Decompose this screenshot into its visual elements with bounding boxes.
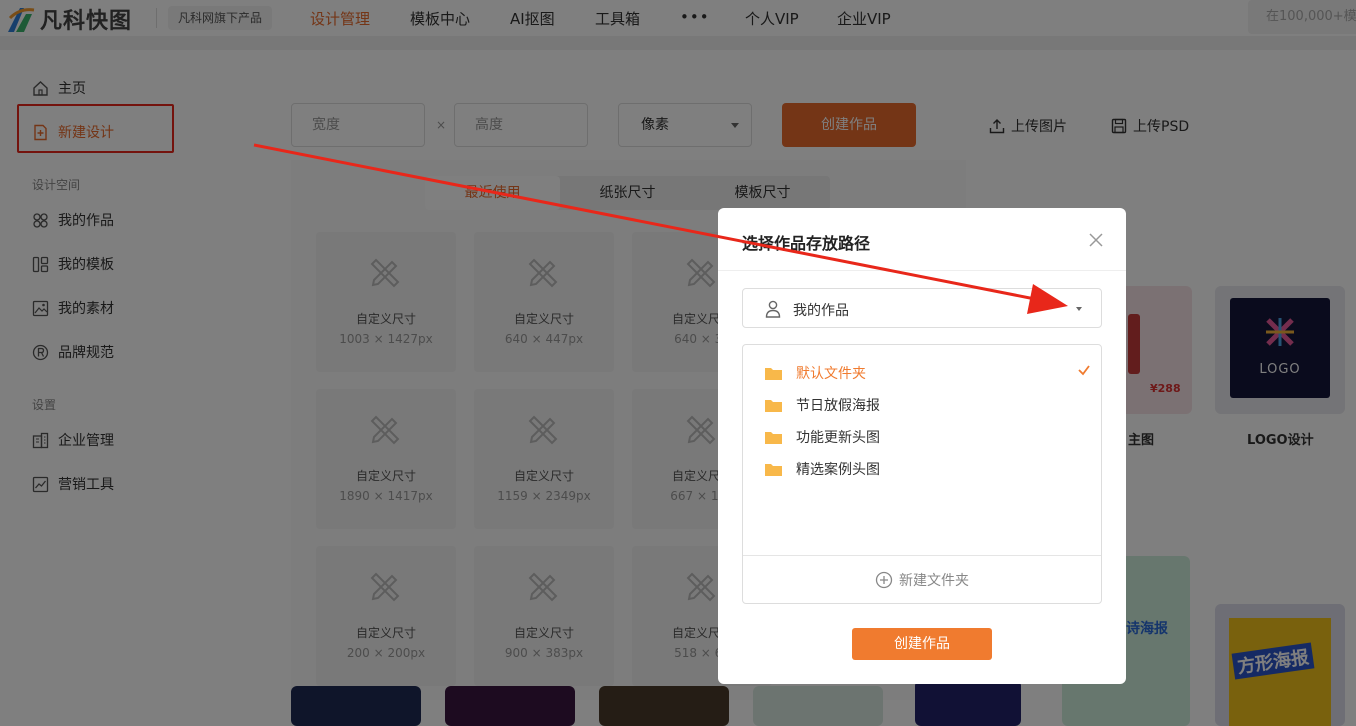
folder-item-default[interactable]: 默认文件夹 (765, 363, 1095, 383)
folder-item-feature-update[interactable]: 功能更新头图 (765, 427, 1095, 447)
path-select[interactable]: 我的作品 (742, 288, 1102, 328)
dialog-divider (718, 270, 1126, 271)
folder-name: 功能更新头图 (796, 430, 880, 446)
close-icon[interactable] (1088, 232, 1104, 248)
folder-icon (765, 463, 782, 476)
new-folder-button[interactable]: 新建文件夹 (743, 556, 1101, 603)
check-icon (1078, 365, 1090, 376)
folder-list: 默认文件夹 节日放假海报 功能更新头图 精选案例头图 新建文件夹 (742, 344, 1102, 604)
folder-item-featured-cases[interactable]: 精选案例头图 (765, 459, 1095, 479)
caret-down-icon (1076, 307, 1082, 311)
plus-circle-icon (875, 571, 893, 588)
modal-overlay[interactable] (0, 0, 1356, 726)
path-select-value: 我的作品 (793, 303, 849, 319)
folder-icon (765, 367, 782, 380)
user-icon (765, 300, 781, 318)
folder-name: 节日放假海报 (796, 398, 880, 414)
folder-icon (765, 399, 782, 412)
folder-name: 精选案例头图 (796, 462, 880, 478)
folder-item-holiday[interactable]: 节日放假海报 (765, 395, 1095, 415)
dialog-title: 选择作品存放路径 (742, 234, 871, 253)
new-folder-label: 新建文件夹 (899, 572, 969, 589)
save-path-dialog: 选择作品存放路径 我的作品 默认文件夹 节日放假海报 功能更新头图 精选案例头图… (718, 208, 1126, 684)
folder-icon (765, 431, 782, 444)
dialog-create-button[interactable]: 创建作品 (852, 628, 992, 660)
folder-name: 默认文件夹 (796, 366, 866, 382)
